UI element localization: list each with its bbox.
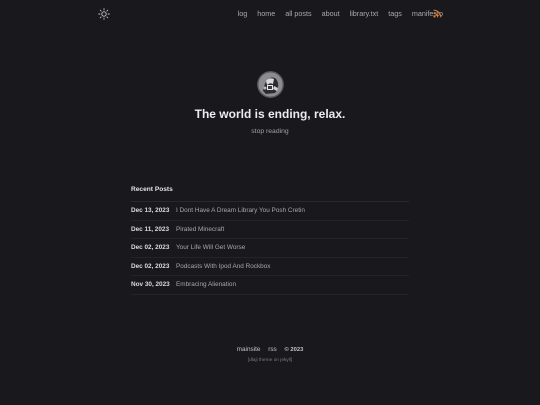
post-row[interactable]: Dec 13, 2023 I Dont Have A Dream Library… xyxy=(131,202,409,221)
post-date: Nov 30, 2023 xyxy=(131,281,170,289)
nav-log-link[interactable]: log xyxy=(238,9,248,18)
avatar-image xyxy=(257,71,284,98)
theme-credit: [dlaji theme on jekyll] xyxy=(247,358,293,363)
avatar xyxy=(257,71,284,98)
post-date: Dec 11, 2023 xyxy=(131,225,170,233)
top-nav: log home all posts about library.txt tag… xyxy=(238,9,443,18)
recent-posts-heading: Recent Posts xyxy=(131,186,409,202)
post-title-link[interactable]: Pirated Minecraft xyxy=(176,226,224,233)
footer-rss-link[interactable]: rss xyxy=(268,346,277,353)
post-row[interactable]: Dec 02, 2023 Your Life Will Get Worse xyxy=(131,239,409,258)
nav-library-link[interactable]: library.txt xyxy=(350,9,379,18)
sun-icon[interactable] xyxy=(98,8,110,20)
post-date: Dec 02, 2023 xyxy=(131,262,170,270)
post-title-link[interactable]: Embracing Alienation xyxy=(176,281,236,288)
page: log home all posts about library.txt tag… xyxy=(0,0,540,405)
footer-copyright: © 2023 xyxy=(284,347,304,353)
post-date: Dec 13, 2023 xyxy=(131,207,170,215)
nav-all-posts-link[interactable]: all posts xyxy=(285,9,311,18)
footer-links: mainsite rss © 2023 xyxy=(0,346,540,353)
post-row[interactable]: Dec 11, 2023 Pirated Minecraft xyxy=(131,221,409,239)
nav-tags-link[interactable]: tags xyxy=(388,9,402,18)
footer-mainsite-link[interactable]: mainsite xyxy=(237,346,261,353)
post-title-link[interactable]: Your Life Will Get Worse xyxy=(176,244,245,251)
post-date: Dec 02, 2023 xyxy=(131,244,170,252)
nav-home-link[interactable]: home xyxy=(257,9,275,18)
site-tagline: stop reading xyxy=(251,128,289,135)
post-title-link[interactable]: I Dont Have A Dream Library You Posh Cre… xyxy=(176,207,305,214)
rss-icon[interactable] xyxy=(433,9,442,18)
site-title: The world is ending, relax. xyxy=(194,107,346,121)
post-title-link[interactable]: Podcasts With Ipod And Rockbox xyxy=(176,263,271,270)
post-row[interactable]: Nov 30, 2023 Embracing Alienation xyxy=(131,276,409,295)
recent-posts: Recent Posts Dec 13, 2023 I Dont Have A … xyxy=(131,186,409,295)
post-row[interactable]: Dec 02, 2023 Podcasts With Ipod And Rock… xyxy=(131,258,409,276)
nav-about-link[interactable]: about xyxy=(322,9,340,18)
